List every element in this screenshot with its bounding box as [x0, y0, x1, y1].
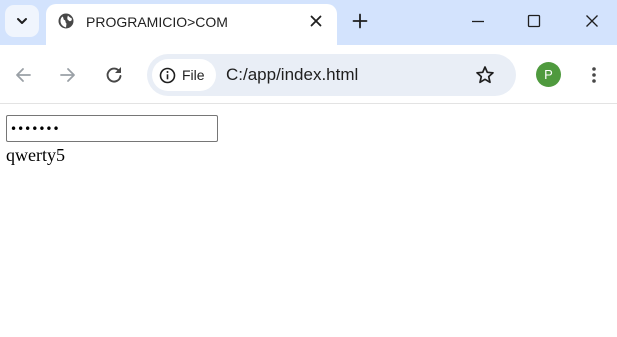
maximize-icon[interactable]: [526, 13, 542, 29]
window-close-icon[interactable]: [584, 13, 600, 29]
output-text: qwerty5: [6, 145, 65, 165]
reload-icon[interactable]: [104, 65, 124, 85]
browser-toolbar: File C:/app/index.html P: [0, 45, 617, 104]
info-icon: [159, 67, 176, 84]
arrow-left-icon[interactable]: [13, 65, 33, 85]
chip-label: File: [182, 67, 205, 83]
tab-strip: PROGRAMICIO>COM: [0, 0, 617, 45]
tab-title: PROGRAMICIO>COM: [86, 14, 228, 30]
arrow-right-icon[interactable]: [58, 65, 78, 85]
plus-icon[interactable]: [352, 13, 368, 29]
star-icon[interactable]: [475, 65, 495, 85]
active-tab[interactable]: PROGRAMICIO>COM: [46, 4, 337, 45]
chevron-down-icon: [17, 18, 27, 24]
tab-search-button[interactable]: [5, 5, 39, 37]
minimize-icon[interactable]: [470, 13, 486, 29]
site-info-chip[interactable]: File: [152, 59, 216, 91]
address-bar[interactable]: File C:/app/index.html: [147, 54, 516, 96]
url-text[interactable]: C:/app/index.html: [226, 65, 358, 85]
page-content: qwerty5: [0, 105, 617, 337]
close-icon[interactable]: [308, 13, 324, 29]
password-input[interactable]: [6, 115, 218, 142]
globe-icon: [58, 13, 74, 29]
profile-avatar[interactable]: P: [536, 62, 561, 87]
kebab-menu-icon[interactable]: [584, 65, 604, 85]
